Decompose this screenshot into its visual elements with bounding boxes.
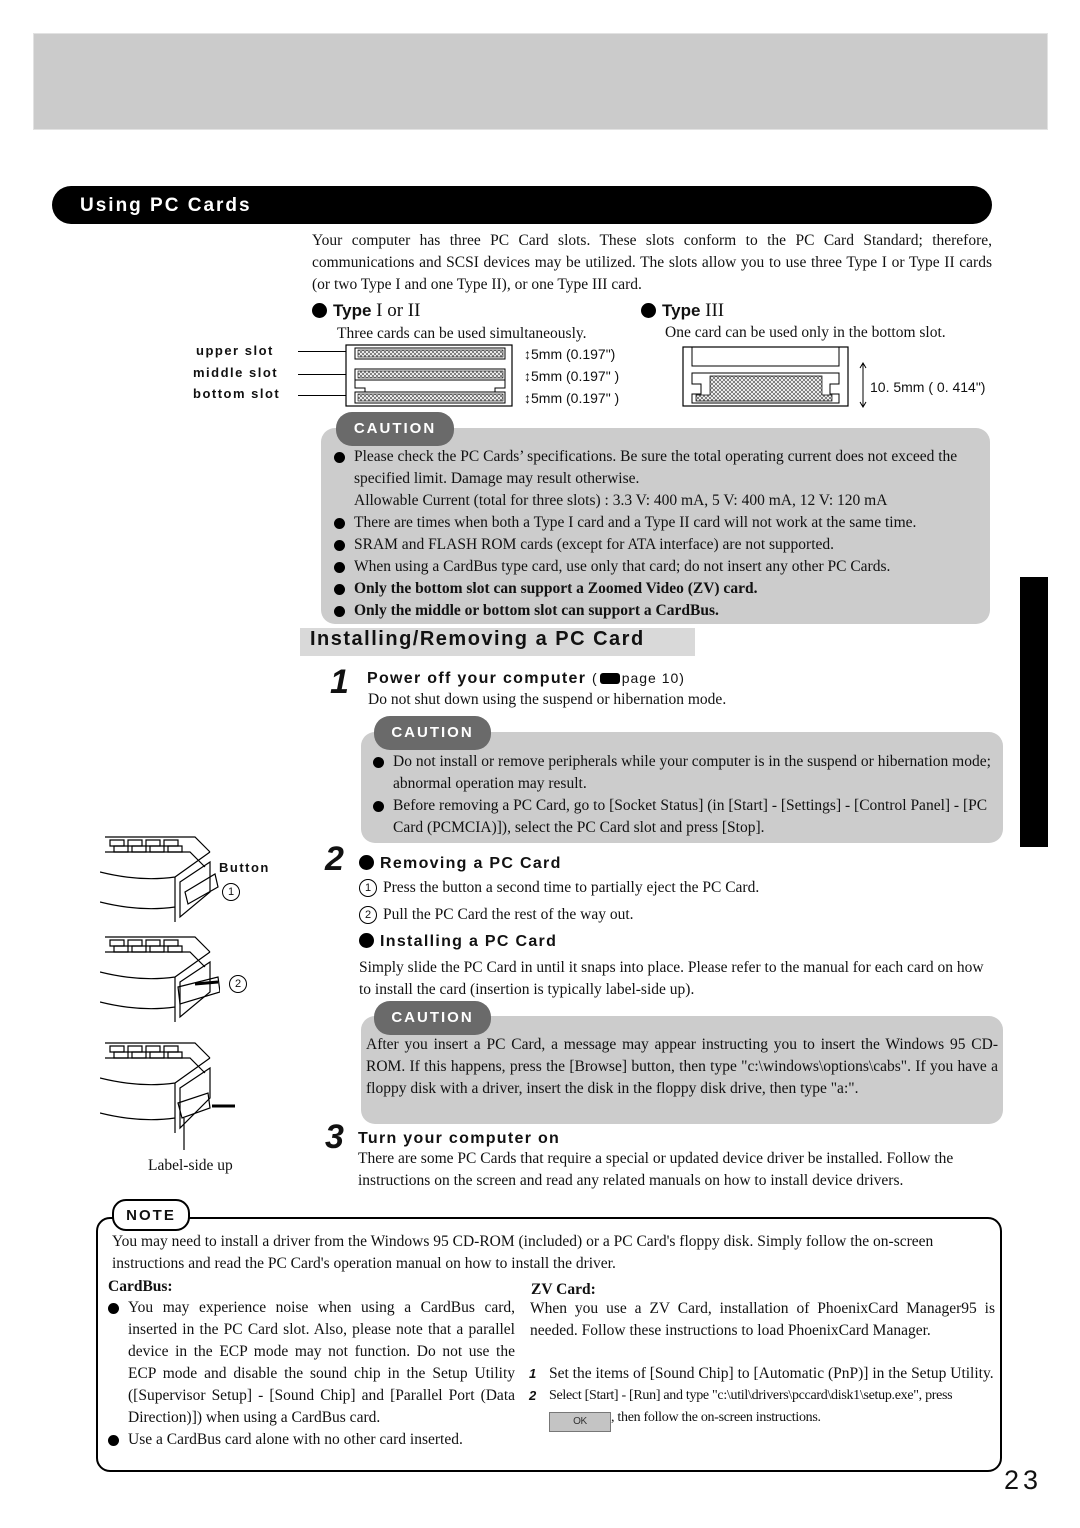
type-3-slot-diagram bbox=[682, 346, 849, 407]
caution-item: Allowable Current (total for three slots… bbox=[354, 492, 888, 509]
caution-item: There are times when both a Type I card … bbox=[332, 512, 987, 534]
step-number-3: 3 bbox=[325, 1118, 344, 1156]
removing-step-2: 2 Pull the PC Card the rest of the way ou… bbox=[359, 904, 634, 926]
caution-text: After you insert a PC Card, a message ma… bbox=[366, 1036, 998, 1097]
step-3-title: Turn your computer on bbox=[358, 1130, 561, 1147]
type-1-2-description: Three cards can be used simultaneously. bbox=[337, 325, 587, 342]
cardbus-list: You may experience noise when using a Ca… bbox=[106, 1297, 515, 1451]
laptop-pull-card-illustration bbox=[100, 936, 220, 1022]
caution-item: Before removing a PC Card, go to [Socket… bbox=[371, 795, 996, 839]
dimension-upper: ↕5mm (0.197") bbox=[524, 346, 616, 362]
section-title: Using PC Cards bbox=[52, 186, 992, 224]
caution-item: Only the middle or bottom slot can suppo… bbox=[332, 600, 987, 622]
zv-step-1: 1 Set the items of [Sound Chip] to [Autom… bbox=[529, 1365, 994, 1382]
bullet-icon bbox=[641, 303, 656, 318]
removing-step-1: 1 Press the button a second time to parti… bbox=[359, 877, 759, 899]
zv-step-2: 2 Select [Start] - [Run] and type "c:\uti… bbox=[527, 1385, 997, 1432]
caution-item: Do not install or remove peripherals whi… bbox=[371, 751, 996, 795]
ok-button[interactable]: OK bbox=[549, 1412, 611, 1432]
removing-heading: Removing a PC Card bbox=[359, 855, 562, 873]
step-1-body: Do not shut down using the suspend or hi… bbox=[368, 691, 727, 708]
caution-item: When using a CardBus type card, use only… bbox=[332, 556, 987, 578]
caution-label: CAUTION bbox=[374, 1001, 491, 1035]
bullet-icon bbox=[312, 303, 327, 318]
zv-card-steps: 1 Set the items of [Sound Chip] to [Autom… bbox=[527, 1363, 997, 1432]
dimension-bottom: ↕5mm (0.197" ) bbox=[524, 390, 620, 406]
chapter-side-tab bbox=[1020, 577, 1048, 847]
type-1-2-heading: Type I or II bbox=[312, 300, 420, 322]
type-3-description: One card can be used only in the bottom … bbox=[665, 324, 946, 341]
pointing-hand-icon bbox=[599, 673, 620, 684]
step-3-body: There are some PC Cards that require a s… bbox=[358, 1150, 954, 1189]
type-3-heading: Type III bbox=[641, 300, 724, 322]
note-label: NOTE bbox=[112, 1199, 190, 1231]
button-label: Button bbox=[219, 860, 270, 875]
step-1-title: Power off your computer (page 10) bbox=[367, 670, 685, 687]
note-intro: You may need to install a driver from th… bbox=[112, 1233, 934, 1272]
illustration-step-1-marker: 1 bbox=[222, 883, 246, 901]
dimension-arrow-icon bbox=[859, 362, 867, 408]
caution-list: Please check the PC Cards’ specification… bbox=[332, 446, 987, 622]
bullet-icon bbox=[359, 933, 374, 948]
dimension-middle: ↕5mm (0.197" ) bbox=[524, 368, 620, 384]
slot-label-bottom: bottom slot bbox=[193, 386, 281, 401]
installing-heading: Installing a PC Card bbox=[359, 933, 557, 951]
laptop-insert-card-illustration bbox=[100, 1042, 235, 1150]
label-side-up-caption: Label-side up bbox=[148, 1157, 233, 1174]
zv-card-intro: When you use a ZV Card, installation of … bbox=[530, 1300, 995, 1339]
slot-label-middle: middle slot bbox=[193, 365, 279, 380]
step-number-2: 2 bbox=[325, 840, 344, 878]
caution-label: CAUTION bbox=[336, 412, 454, 446]
cardbus-item: You may experience noise when using a Ca… bbox=[106, 1297, 515, 1429]
dimension-type3: 10. 5mm ( 0. 414") bbox=[870, 379, 986, 395]
laptop-eject-button-illustration bbox=[100, 836, 219, 922]
caution-item: SRAM and FLASH ROM cards (except for ATA… bbox=[332, 534, 987, 556]
cardbus-heading: CardBus: bbox=[108, 1278, 173, 1295]
installing-body: Simply slide the PC Card in until it sna… bbox=[359, 959, 984, 998]
page-reference[interactable]: (page 10) bbox=[592, 670, 685, 686]
caution-list: Do not install or remove peripherals whi… bbox=[371, 751, 996, 839]
step-number-1: 1 bbox=[330, 663, 349, 701]
illustration-step-2-marker: 2 bbox=[229, 975, 253, 993]
intro-paragraph: Your computer has three PC Card slots. T… bbox=[312, 232, 992, 293]
caution-item: Only the bottom slot can support a Zoome… bbox=[332, 578, 987, 600]
caution-label: CAUTION bbox=[374, 716, 491, 750]
subsection-heading: Installing/Removing a PC Card bbox=[310, 628, 645, 650]
caution-item: Please check the PC Cards’ specification… bbox=[332, 446, 987, 490]
cardbus-item: Use a CardBus card alone with no other c… bbox=[106, 1429, 515, 1451]
header-band bbox=[33, 33, 1048, 130]
bullet-icon bbox=[359, 855, 374, 870]
slot-label-upper: upper slot bbox=[196, 343, 274, 358]
page-number: 23 bbox=[1004, 1465, 1043, 1495]
type-1-2-slot-diagram bbox=[345, 344, 513, 407]
